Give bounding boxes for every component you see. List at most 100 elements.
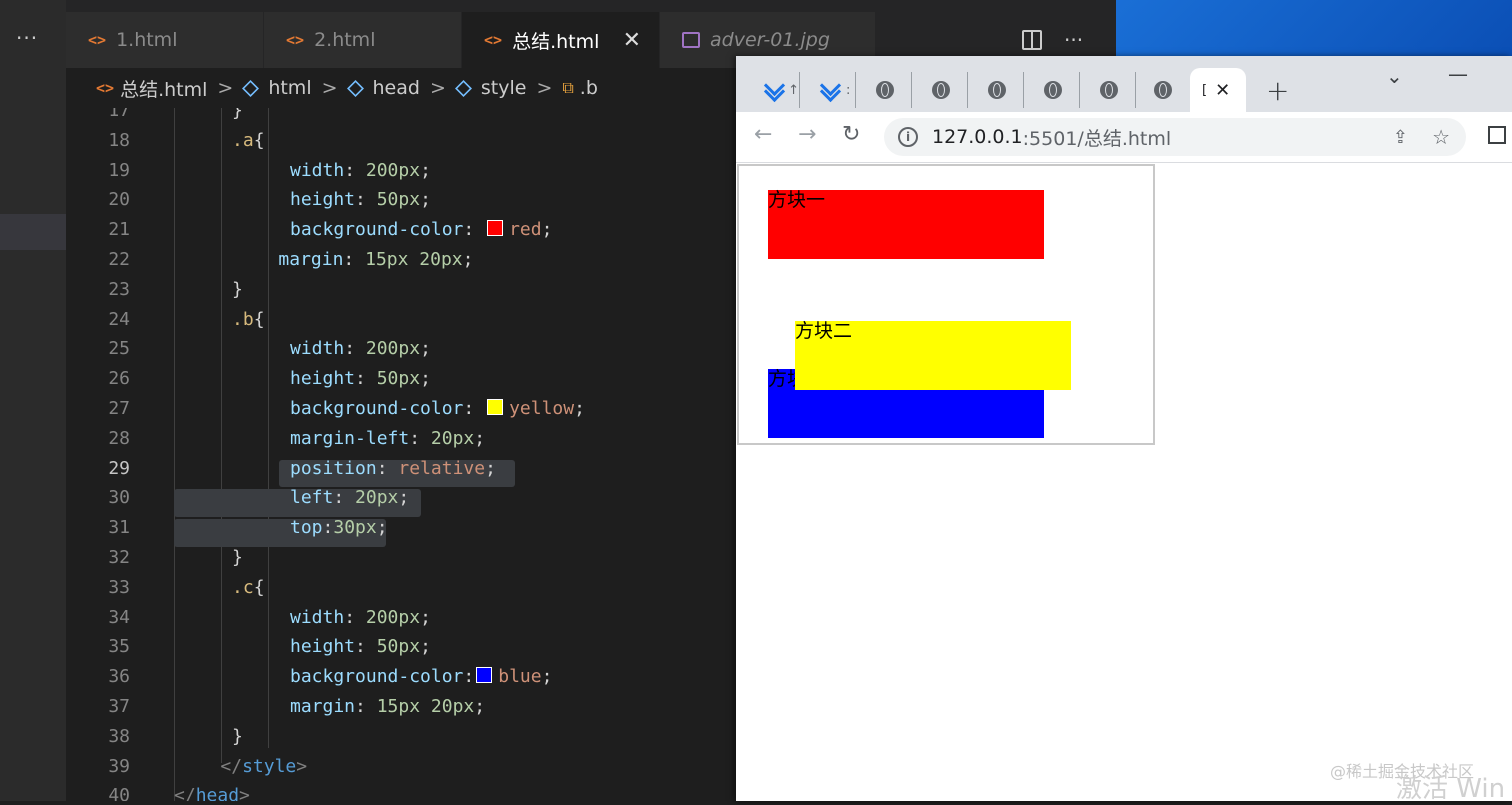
css-property: width <box>290 606 345 628</box>
tab-1-html[interactable]: <> 1.html <box>66 12 264 68</box>
browser-tab-strip: ↑ : [ ✕ + ⌄ — <box>736 56 1512 112</box>
code-line[interactable]: } <box>232 547 243 568</box>
code-editor[interactable]: 17} 18 .a{19 width: 200px; 20 height: 50px; 21… <box>66 108 736 801</box>
code-line[interactable]: </style> <box>220 756 307 777</box>
element-cube-icon <box>242 79 260 97</box>
browser-tab[interactable]: : <box>802 72 856 108</box>
color-swatch[interactable] <box>487 399 504 415</box>
css-value: 200px <box>365 606 421 628</box>
minimize-button[interactable]: — <box>1448 62 1468 86</box>
browser-tab[interactable] <box>1136 72 1190 108</box>
close-icon[interactable]: ✕ <box>623 28 641 53</box>
code-line[interactable]: top:30px; <box>290 517 388 538</box>
tab-label: adver-01.jpg <box>710 29 830 51</box>
code-line[interactable]: } <box>232 279 243 300</box>
globe-icon <box>932 81 950 99</box>
line-number: 30 <box>108 487 130 509</box>
line-number: 37 <box>108 696 130 717</box>
code-line[interactable]: .b{ <box>232 309 265 330</box>
code-line[interactable]: background-color: yellow; <box>290 398 585 419</box>
bookmark-star-icon[interactable]: ☆ <box>1432 125 1450 149</box>
breadcrumb-file[interactable]: 总结.html <box>120 75 207 102</box>
code-line[interactable]: .c{ <box>232 577 265 598</box>
browser-tab[interactable] <box>1026 72 1080 108</box>
tab-summary-html[interactable]: <> 总结.html ✕ <box>462 12 660 68</box>
indent-guide <box>174 108 175 801</box>
breadcrumb-style[interactable]: style <box>481 77 527 99</box>
css-selector: .a <box>232 129 254 151</box>
css-property: background-color <box>290 398 464 419</box>
share-icon[interactable]: ⇪ <box>1393 127 1408 148</box>
code-line[interactable]: left: 20px; <box>290 487 409 508</box>
activity-selected-item[interactable] <box>0 214 66 250</box>
line-number: 24 <box>108 308 130 330</box>
code-line[interactable]: margin: 15px 20px; <box>278 249 473 270</box>
line-number: 18 <box>108 129 130 151</box>
new-tab-button[interactable]: + <box>1266 74 1289 107</box>
split-editor-icon[interactable] <box>1022 30 1042 50</box>
line-number: 25 <box>108 338 130 360</box>
css-value: yellow <box>509 398 575 419</box>
code-line[interactable]: height: 50px; <box>290 368 431 389</box>
breadcrumb-selector[interactable]: .b <box>580 77 598 99</box>
code-line[interactable]: margin: 15px 20px; <box>290 696 485 717</box>
tab-2-html[interactable]: <> 2.html <box>264 12 462 68</box>
code-line[interactable]: width: 200px; <box>290 160 431 181</box>
code-line[interactable]: } <box>232 108 243 121</box>
css-value: 50px <box>376 368 421 390</box>
browser-tab[interactable]: ↑ <box>746 72 800 108</box>
color-swatch[interactable] <box>487 220 504 237</box>
line-number: 33 <box>108 576 130 598</box>
code-line[interactable]: width: 200px; <box>290 338 431 359</box>
line-number: 31 <box>108 517 130 539</box>
tab-label: 1.html <box>116 29 178 51</box>
code-line[interactable]: .a{ <box>232 130 265 151</box>
browser-tab[interactable] <box>914 72 968 108</box>
code-line[interactable]: background-color: blue; <box>290 666 552 687</box>
breadcrumb-separator: > <box>429 77 446 99</box>
site-info-icon[interactable]: i <box>898 127 918 147</box>
line-number: 23 <box>108 278 130 300</box>
breadcrumb: <> 总结.html > html > head > style > ⧉ .b <box>66 68 736 108</box>
code-line[interactable]: background-color: red; <box>290 219 552 240</box>
code-line[interactable]: margin-left: 20px; <box>290 428 485 449</box>
indent-guide <box>268 108 269 748</box>
browser-tab-active[interactable]: [ ✕ <box>1190 68 1246 112</box>
code-line[interactable]: width: 200px; <box>290 607 431 628</box>
browser-tab[interactable] <box>970 72 1024 108</box>
back-button[interactable]: ← <box>754 122 772 147</box>
tab-search-dropdown-icon[interactable]: ⌄ <box>1386 64 1403 88</box>
code-line[interactable]: } <box>232 726 243 747</box>
code-line[interactable]: position: relative; <box>290 458 496 479</box>
css-value: 15px 20px <box>365 249 463 270</box>
forward-button[interactable]: → <box>798 122 816 147</box>
element-cube-icon <box>454 79 472 97</box>
indent-guide <box>221 108 222 763</box>
css-value: 20px <box>355 487 399 509</box>
desktop-background <box>1116 0 1512 56</box>
code-line[interactable]: height: 50px; <box>290 189 431 210</box>
code-line[interactable]: </head> <box>174 785 250 801</box>
close-icon[interactable]: ✕ <box>1215 80 1230 101</box>
html-tag: style <box>242 755 297 777</box>
browser-tab[interactable] <box>1082 72 1136 108</box>
globe-icon <box>988 81 1006 99</box>
tab-label: : <box>846 82 851 98</box>
block-one: 方块一 <box>768 190 1044 259</box>
line-number: 38 <box>108 725 130 747</box>
browser-tab[interactable] <box>858 72 912 108</box>
side-panel-icon[interactable] <box>1488 126 1506 144</box>
css-property: background-color <box>290 666 464 688</box>
address-bar[interactable]: i 127.0.0.1:5501/总结.html ⇪ ☆ <box>884 118 1466 156</box>
more-actions-icon[interactable]: ··· <box>16 26 38 50</box>
html-file-icon: <> <box>484 31 503 49</box>
reload-button[interactable]: ↻ <box>842 122 860 147</box>
css-property: height <box>290 368 356 390</box>
breadcrumb-head[interactable]: head <box>373 77 420 99</box>
code-line[interactable]: height: 50px; <box>290 636 431 657</box>
breadcrumb-html[interactable]: html <box>268 77 311 99</box>
css-value: 15px 20px <box>376 696 475 717</box>
color-swatch[interactable] <box>476 667 493 684</box>
more-actions-icon[interactable]: ··· <box>1064 28 1083 52</box>
line-number: 32 <box>108 547 130 568</box>
